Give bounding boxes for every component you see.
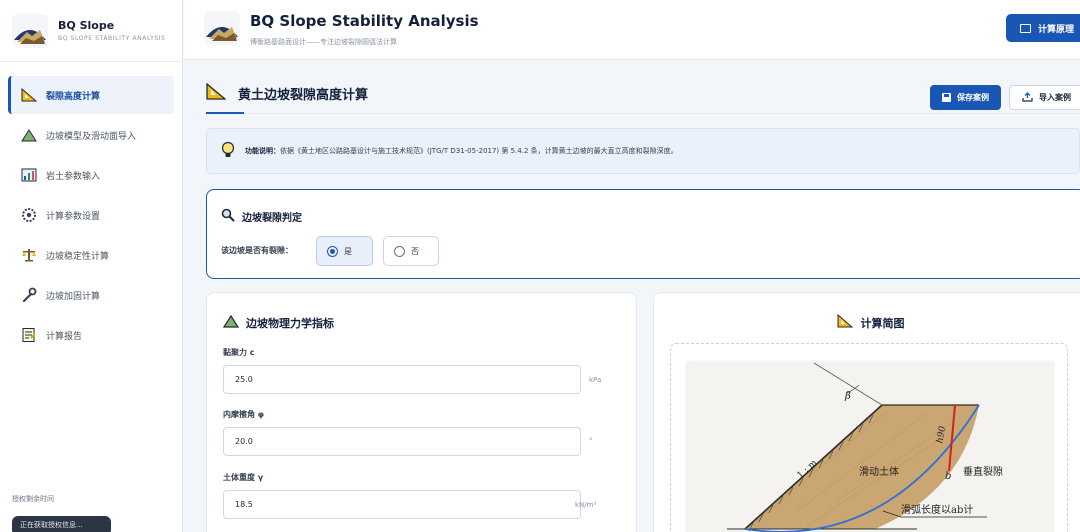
- book-icon: [1020, 23, 1031, 33]
- calculation-principle-button[interactable]: 计算原理: [1006, 14, 1080, 42]
- friction-angle-label: 内摩擦角 φ: [223, 410, 265, 419]
- crack-determination-card: 边坡裂隙判定 该边坡是否有裂隙： 是 否: [206, 189, 1080, 279]
- report-icon: [20, 326, 38, 344]
- diagram-card-title: 计算简图: [860, 316, 905, 330]
- import-case-label: 导入案例: [1039, 93, 1071, 102]
- vertical-crack-label: 垂直裂隙: [963, 465, 1003, 478]
- page-title: 黄土边坡裂隙高度计算: [206, 82, 369, 104]
- magnifier-icon: [221, 208, 235, 225]
- crack-question: 该边坡是否有裂隙：: [221, 246, 293, 255]
- brand-subtitle: BQ SLOPE STABILITY ANALYSIS: [58, 35, 166, 42]
- sidebar-item-stability-calc[interactable]: 边坡稳定性计算: [8, 236, 174, 274]
- sidebar-item-report[interactable]: 计算报告: [8, 316, 174, 354]
- sidebar-item-slope-model[interactable]: 边坡模型及滑动面导入: [8, 116, 174, 154]
- friction-angle-input[interactable]: 20.0: [223, 427, 581, 456]
- beta-label: β: [844, 391, 851, 402]
- radio-dot: [394, 245, 405, 257]
- sidebar-item-label: 计算参数设置: [46, 211, 101, 222]
- sidebar-nav: 裂隙高度计算 边坡模型及滑动面导入 岩土参数输入 计算参数设置 边坡稳定性计算: [0, 62, 182, 354]
- calculation-principle-label: 计算原理: [1038, 24, 1075, 35]
- import-case-button[interactable]: 导入案例: [1009, 85, 1080, 110]
- info-banner: 功能说明： 依据《黄土地区公路路基设计与施工技术规范》(JTG/T D31-05…: [206, 128, 1080, 174]
- arc-length-label: 滑弧长度以ab计: [901, 503, 973, 516]
- wrench-icon: [20, 286, 38, 304]
- triangle-icon: [222, 314, 240, 331]
- page-title-text: 黄土边坡裂隙高度计算: [238, 88, 369, 103]
- header-logo-icon: [204, 11, 240, 45]
- calculation-diagram-card: 计算简图 β h90 1: m 滑动土体 b 垂直裂隙 滑弧长度以ab计: [653, 292, 1080, 532]
- sliding-body-label: 滑动土体: [859, 465, 899, 478]
- unit-weight-unit: kN/m³: [575, 501, 597, 509]
- diagram-frame: β h90 1 : m 滑动土体 a b 垂直裂隙 滑弧长度以ab计: [670, 343, 1068, 532]
- balance-scale-icon: [20, 246, 38, 264]
- sidebar-item-crack-height[interactable]: 裂隙高度计算: [8, 76, 174, 114]
- slope-diagram: β h90 1 : m 滑动土体 a b 垂直裂隙 滑弧长度以ab计: [687, 361, 1053, 532]
- radio-dot: [327, 245, 338, 257]
- save-icon: [942, 93, 951, 102]
- sidebar-item-soil-params[interactable]: 岩土参数输入: [8, 156, 174, 194]
- sidebar-item-label: 边坡稳定性计算: [46, 251, 110, 262]
- set-square-icon: [20, 86, 38, 104]
- point-b-label: b: [945, 471, 951, 482]
- physical-properties-card: 边坡物理力学指标 黏聚力 c 25.0 kPa 内摩擦角 φ 20.0 ° 土体…: [206, 292, 637, 532]
- sidebar-item-label: 计算报告: [46, 331, 83, 342]
- app-title: BQ Slope Stability Analysis: [250, 12, 479, 30]
- license-label: 授权剩余时间: [12, 495, 54, 503]
- license-status: 正在获取授权信息...: [12, 516, 111, 532]
- unit-weight-input[interactable]: 18.5: [223, 490, 581, 519]
- crack-yes-label: 是: [344, 246, 352, 256]
- save-case-label: 保存案例: [957, 93, 989, 102]
- brand-title: BQ Slope: [58, 19, 115, 32]
- save-case-button[interactable]: 保存案例: [930, 85, 1001, 110]
- bar-chart-icon: [20, 166, 38, 184]
- crack-no-label: 否: [411, 246, 419, 256]
- sidebar-item-calc-settings[interactable]: 计算参数设置: [8, 196, 174, 234]
- set-square-icon: [206, 82, 227, 104]
- crack-no-radio[interactable]: 否: [383, 236, 439, 266]
- crack-card-header: 边坡裂隙判定: [221, 208, 302, 225]
- lightbulb-icon: [221, 141, 235, 161]
- gear-icon: [20, 206, 38, 224]
- sidebar-item-label: 裂隙高度计算: [46, 91, 101, 102]
- unit-weight-label: 土体重度 γ: [223, 473, 264, 482]
- sidebar-item-label: 岩土参数输入: [46, 171, 101, 182]
- diagram-card-header: 计算简图: [654, 313, 1080, 331]
- sidebar: BQ Slope BQ SLOPE STABILITY ANALYSIS 裂隙高…: [0, 0, 183, 532]
- app-logo-icon: [12, 13, 48, 48]
- cohesion-unit: kPa: [589, 376, 602, 384]
- sidebar-item-label: 边坡模型及滑动面导入: [46, 131, 137, 142]
- top-header: BQ Slope Stability Analysis 博衡路基路面设计——专注…: [184, 0, 1080, 60]
- cohesion-input[interactable]: 25.0: [223, 365, 581, 394]
- app-subtitle: 博衡路基路面设计——专注边坡裂隙圆弧法计算: [250, 38, 397, 46]
- physical-card-title: 边坡物理力学指标: [246, 316, 334, 330]
- friction-angle-unit: °: [589, 437, 593, 445]
- title-divider: [244, 113, 1080, 114]
- upload-icon: [1022, 91, 1033, 104]
- set-square-icon: [837, 313, 853, 331]
- physical-card-header: 边坡物理力学指标: [222, 314, 334, 331]
- triangle-icon: [20, 126, 38, 144]
- sidebar-item-label: 边坡加固计算: [46, 291, 101, 302]
- info-banner-label: 功能说明：: [245, 147, 280, 155]
- info-banner-text: 依据《黄土地区公路路基设计与施工技术规范》(JTG/T D31-05-2017)…: [280, 147, 678, 155]
- cohesion-label: 黏聚力 c: [223, 348, 255, 357]
- brand: BQ Slope BQ SLOPE STABILITY ANALYSIS: [0, 0, 182, 62]
- title-underline: [206, 112, 244, 114]
- crack-card-title: 边坡裂隙判定: [242, 213, 302, 224]
- sidebar-item-reinforcement[interactable]: 边坡加固计算: [8, 276, 174, 314]
- crack-yes-radio[interactable]: 是: [316, 236, 373, 266]
